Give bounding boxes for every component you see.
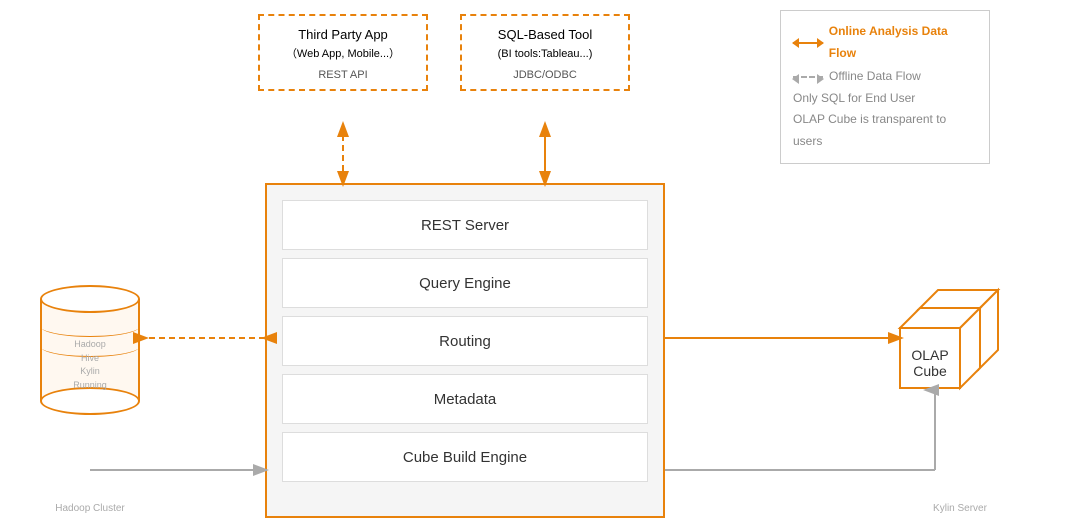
metadata-row: Metadata — [282, 374, 648, 424]
third-party-box: Third Party App（Web App, Mobile...） REST… — [258, 14, 428, 91]
db-ellipse-top — [40, 285, 140, 313]
rest-server-row: REST Server — [282, 200, 648, 250]
sql-tool-box: SQL-Based Tool(BI tools:Tableau...) JDBC… — [460, 14, 630, 91]
legend-sql-only: Only SQL for End User — [793, 88, 977, 110]
rest-api-label: REST API — [268, 69, 418, 81]
legend-olap-transparent: OLAP Cube is transparent to users — [793, 109, 977, 152]
diagram-container: Online Analysis Data Flow Offline Data F… — [0, 0, 1080, 522]
svg-text:Cube: Cube — [913, 363, 947, 379]
routing-row: Routing — [282, 316, 648, 366]
olap-cube-container: OLAP Cube — [870, 280, 1010, 420]
db-ellipse-mid2 — [40, 335, 140, 357]
query-engine-row: Query Engine — [282, 258, 648, 308]
third-party-title: Third Party App（Web App, Mobile...） — [268, 26, 418, 63]
cube-build-row: Cube Build Engine — [282, 432, 648, 482]
jdbc-odbc-label: JDBC/ODBC — [470, 69, 620, 81]
legend-box: Online Analysis Data Flow Offline Data F… — [780, 10, 990, 164]
sql-tool-title: SQL-Based Tool(BI tools:Tableau...) — [470, 26, 620, 63]
olap-cube-svg: OLAP Cube — [870, 280, 1010, 420]
legend-online-flow: Online Analysis Data Flow — [793, 21, 977, 64]
db-ellipse-bottom — [40, 387, 140, 415]
database-cylinder: HadoopHiveKylinRunning — [40, 285, 140, 415]
kylin-server-label: Kylin Server — [895, 503, 1025, 514]
main-engine-box: REST Server Query Engine Routing Metadat… — [265, 183, 665, 518]
svg-text:OLAP: OLAP — [911, 347, 948, 363]
hadoop-cluster-label: Hadoop Cluster — [25, 503, 155, 514]
legend-offline-flow: Offline Data Flow — [793, 66, 977, 88]
db-ellipse-mid — [40, 315, 140, 337]
